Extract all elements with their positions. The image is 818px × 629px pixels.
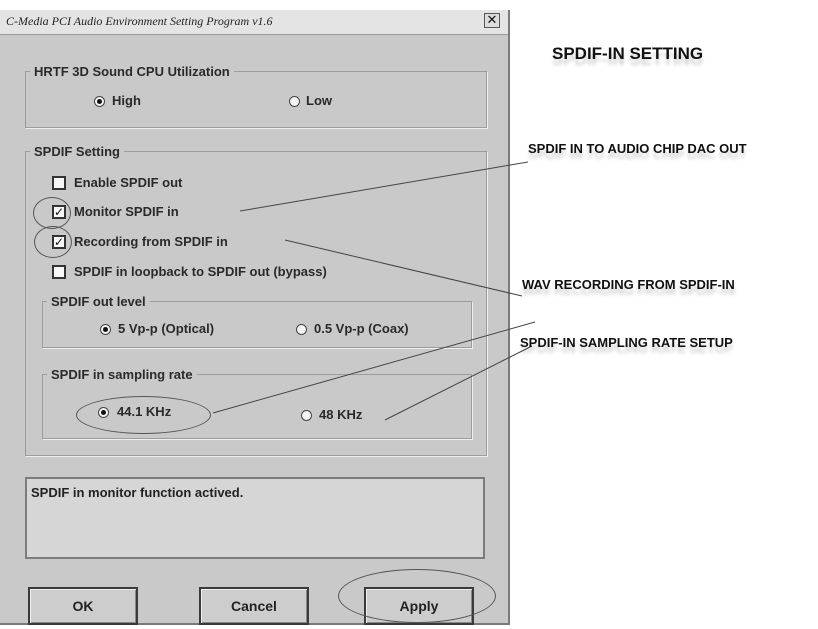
annotation-recording: WAV RECORDING FROM SPDIF-IN [522,277,735,292]
annotation-sampling: SPDIF-IN SAMPLING RATE SETUP [520,335,733,350]
hrtf-high-label: High [112,93,141,108]
loopback-checkbox[interactable] [52,265,66,279]
loopback-label: SPDIF in loopback to SPDIF out (bypass) [74,264,327,279]
apply-button[interactable]: Apply [364,587,474,625]
coax-label: 0.5 Vp-p (Coax) [314,321,409,336]
coax-radio[interactable] [296,324,307,335]
spdif-out-level-label: SPDIF out level [51,294,146,309]
hrtf-high-radio[interactable] [94,96,105,107]
hrtf-group-label: HRTF 3D Sound CPU Utilization [34,64,230,79]
monitor-spdif-in-checkbox[interactable]: ✓ [52,205,66,219]
spdif-group-label: SPDIF Setting [34,144,120,159]
hrtf-low-radio[interactable] [289,96,300,107]
optical-radio[interactable] [100,324,111,335]
sampling-rate-label: SPDIF in sampling rate [51,367,193,382]
enable-spdif-out-checkbox[interactable] [52,176,66,190]
recording-spdif-in-label: Recording from SPDIF in [74,234,228,249]
rate-48k-label: 48 KHz [319,407,363,422]
close-button[interactable]: ✕ [484,13,500,28]
title-bar[interactable]: C-Media PCI Audio Environment Setting Pr… [0,10,508,35]
window-title: C-Media PCI Audio Environment Setting Pr… [6,14,273,28]
optical-label: 5 Vp-p (Optical) [118,321,215,336]
hrtf-low-label: Low [306,93,332,108]
ok-button[interactable]: OK [28,587,138,625]
sampling-rate-group: SPDIF in sampling rate [42,367,472,439]
status-message: SPDIF in monitor function actived. [31,485,244,500]
recording-spdif-in-checkbox[interactable]: ✓ [52,235,66,249]
cancel-button[interactable]: Cancel [199,587,309,625]
rate-48k-radio[interactable] [301,410,312,421]
monitor-spdif-in-label: Monitor SPDIF in [74,204,179,219]
hrtf-group: HRTF 3D Sound CPU Utilization [25,64,487,128]
status-box: SPDIF in monitor function actived. [25,477,485,559]
annotation-monitor: SPDIF IN TO AUDIO CHIP DAC OUT [528,141,747,156]
enable-spdif-out-label: Enable SPDIF out [74,175,183,190]
settings-dialog: C-Media PCI Audio Environment Setting Pr… [0,10,510,625]
rate-44k-label: 44.1 KHz [117,404,172,419]
annotation-heading: SPDIF-IN SETTING [552,44,704,63]
rate-44k-radio[interactable] [98,407,109,418]
